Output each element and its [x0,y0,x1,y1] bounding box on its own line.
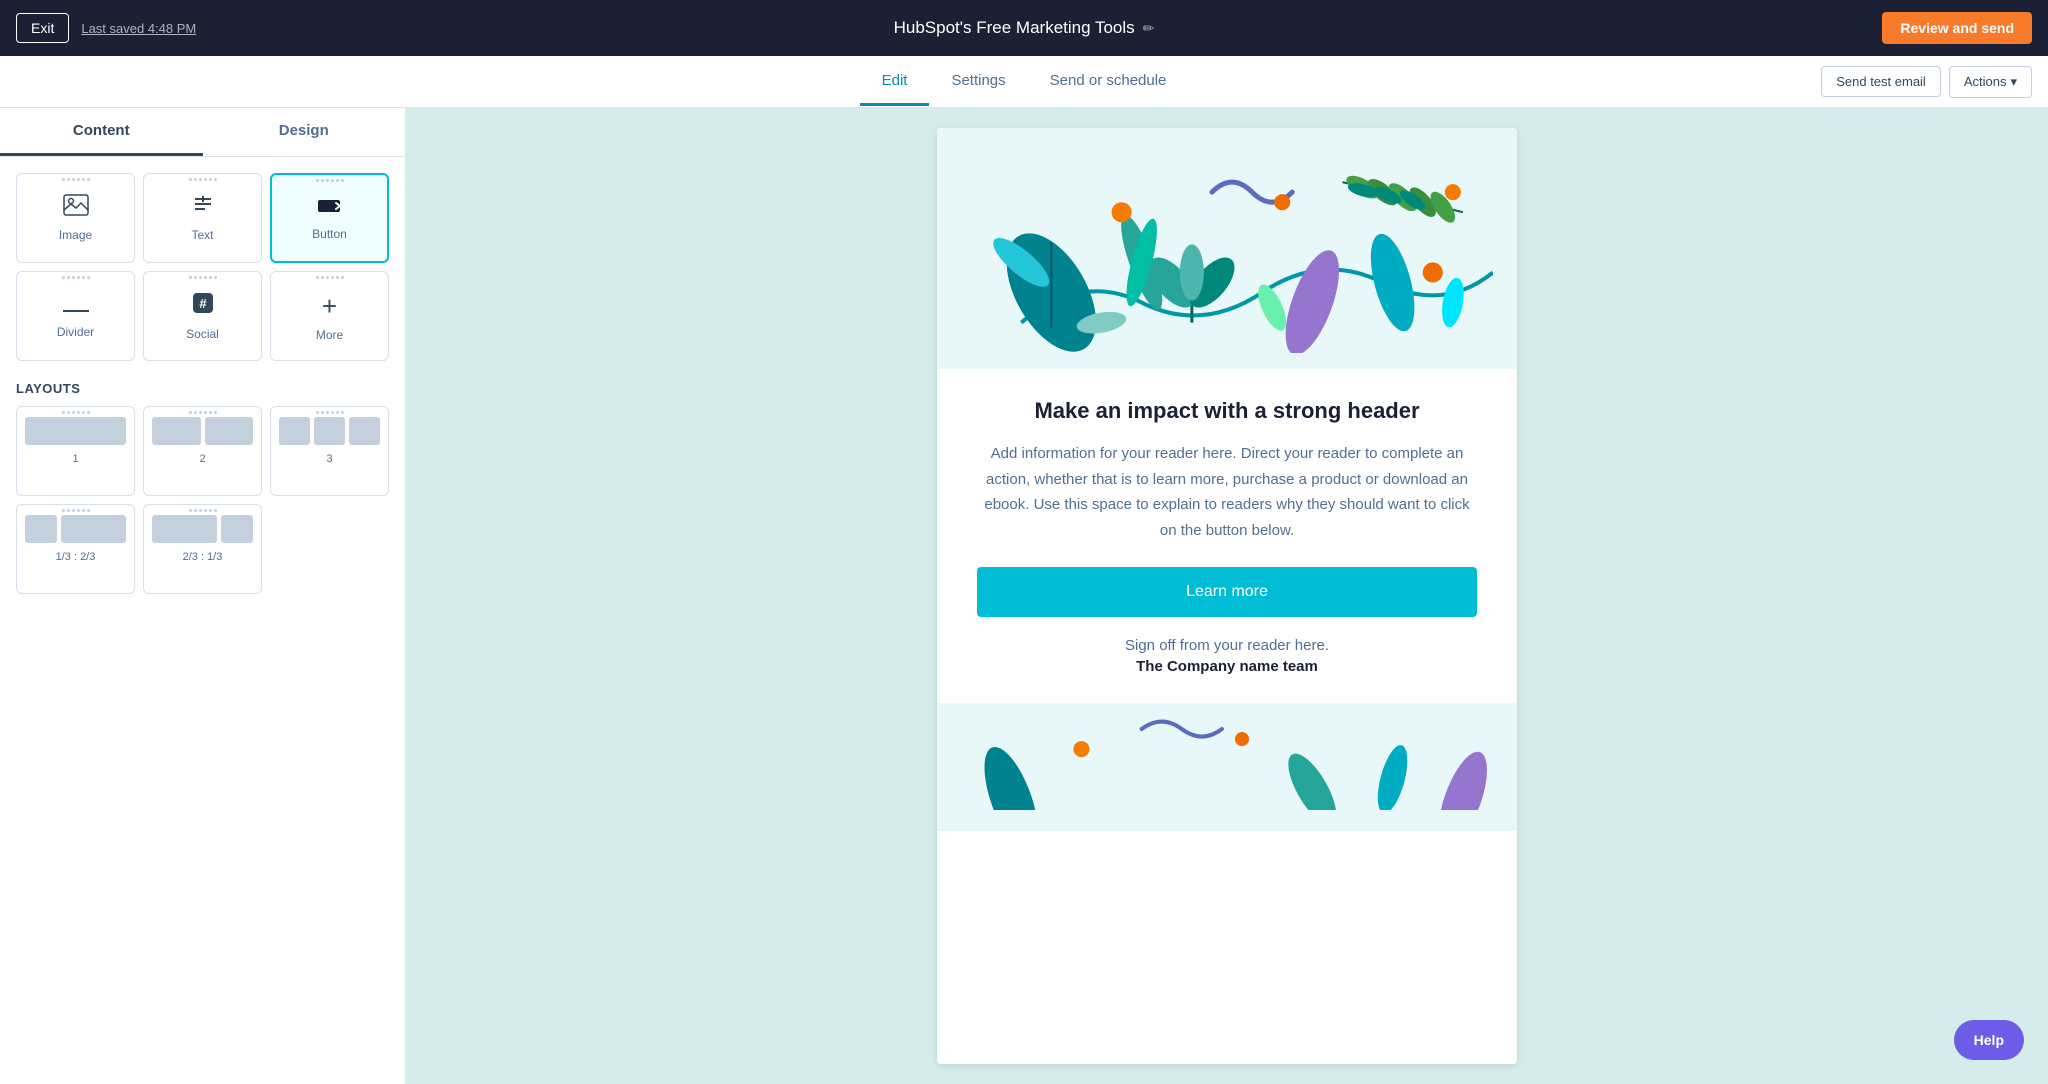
review-send-button[interactable]: Review and send [1882,12,2032,44]
layout-1-3_2-3[interactable]: 1/3 : 2/3 [16,504,135,594]
divider-icon [63,293,89,319]
layout-1-3-2-3-label: 1/3 : 2/3 [56,551,96,563]
image-icon [63,194,89,222]
block-more[interactable]: + More [270,271,389,361]
layout-1col-label: 1 [72,453,78,465]
layout-preview-unequal-right [152,515,253,543]
main-layout: Content Design [0,108,2048,1084]
drag-handle [315,411,345,414]
button-block-label: Button [312,227,347,241]
layout-2col[interactable]: 2 [143,406,262,496]
drag-handle [61,411,91,414]
top-bar: Exit Last saved 4:48 PM HubSpot's Free M… [0,0,2048,56]
drag-handle [188,178,218,181]
chevron-down-icon: ▾ [2010,74,2017,90]
email-preview: Make an impact with a strong header Add … [937,128,1517,1064]
email-signoff: Sign off from your reader here. [977,637,1477,654]
button-icon [316,195,344,221]
sidebar: Content Design [0,108,406,1084]
tab-send-or-schedule[interactable]: Send or schedule [1028,58,1189,106]
layout-3col-label: 3 [326,453,332,465]
svg-text:#: # [199,296,207,311]
help-button[interactable]: Help [1954,1020,2024,1060]
block-text[interactable]: Text [143,173,262,263]
layout-2-3_1-3[interactable]: 2/3 : 1/3 [143,504,262,594]
drag-handle [61,509,91,512]
drag-handle [61,178,91,181]
nav-bar-actions: Send test email Actions ▾ [1821,66,2032,98]
top-bar-left: Exit Last saved 4:48 PM [16,13,196,43]
drag-handle [188,411,218,414]
block-divider[interactable]: Divider [16,271,135,361]
drag-handle [61,276,91,279]
blocks-grid: Image T [16,173,389,361]
canvas-area: Make an impact with a strong header Add … [406,108,2048,1084]
email-body: Make an impact with a strong header Add … [937,369,1517,704]
layout-2-3-1-3-label: 2/3 : 1/3 [183,551,223,563]
layouts-heading: LAYOUTS [16,381,389,396]
block-button[interactable]: Button [270,173,389,263]
image-block-label: Image [59,228,92,242]
drag-handle [188,509,218,512]
layout-preview-2col [152,417,253,445]
actions-button[interactable]: Actions ▾ [1949,66,2032,98]
layout-1col[interactable]: 1 [16,406,135,496]
text-block-label: Text [191,228,213,242]
send-test-email-button[interactable]: Send test email [1821,66,1941,97]
social-icon: # [191,291,215,321]
top-bar-center: HubSpot's Free Marketing Tools ✏ [894,18,1155,38]
layouts-section: LAYOUTS 1 [16,381,389,594]
layout-2col-label: 2 [199,453,205,465]
sidebar-tabs: Content Design [0,108,405,157]
actions-label: Actions [1964,74,2007,89]
layout-3col[interactable]: 3 [270,406,389,496]
sidebar-tab-design[interactable]: Design [203,108,406,156]
more-block-label: More [316,328,343,342]
last-saved-label[interactable]: Last saved 4:48 PM [81,21,196,36]
edit-title-icon[interactable]: ✏ [1143,20,1155,37]
block-image[interactable]: Image [16,173,135,263]
learn-more-button[interactable]: Learn more [977,567,1477,617]
drag-handle [188,276,218,279]
layout-preview-3col [279,417,380,445]
app-title: HubSpot's Free Marketing Tools [894,18,1135,38]
drag-handle [315,179,345,182]
sidebar-content: Image T [0,157,405,610]
email-bottom-hero [937,703,1517,830]
nav-tabs: Edit Settings Send or schedule [860,58,1189,106]
text-icon [191,194,215,222]
divider-block-label: Divider [57,325,94,339]
layouts-grid: 1 2 [16,406,389,594]
email-body-text: Add information for your reader here. Di… [977,441,1477,543]
nav-bar: Edit Settings Send or schedule Send test… [0,56,2048,108]
tab-settings[interactable]: Settings [929,58,1027,106]
more-icon: + [322,291,337,322]
email-hero [937,128,1517,369]
layout-preview-unequal-left [25,515,126,543]
social-block-label: Social [186,327,219,341]
email-company: The Company name team [977,658,1477,675]
top-bar-right: Review and send [1882,12,2032,44]
email-heading: Make an impact with a strong header [977,397,1477,426]
block-social[interactable]: # Social [143,271,262,361]
layout-preview-1col [25,417,126,445]
tab-edit[interactable]: Edit [860,58,930,106]
sidebar-tab-content[interactable]: Content [0,108,203,156]
exit-button[interactable]: Exit [16,13,69,43]
drag-handle [315,276,345,279]
